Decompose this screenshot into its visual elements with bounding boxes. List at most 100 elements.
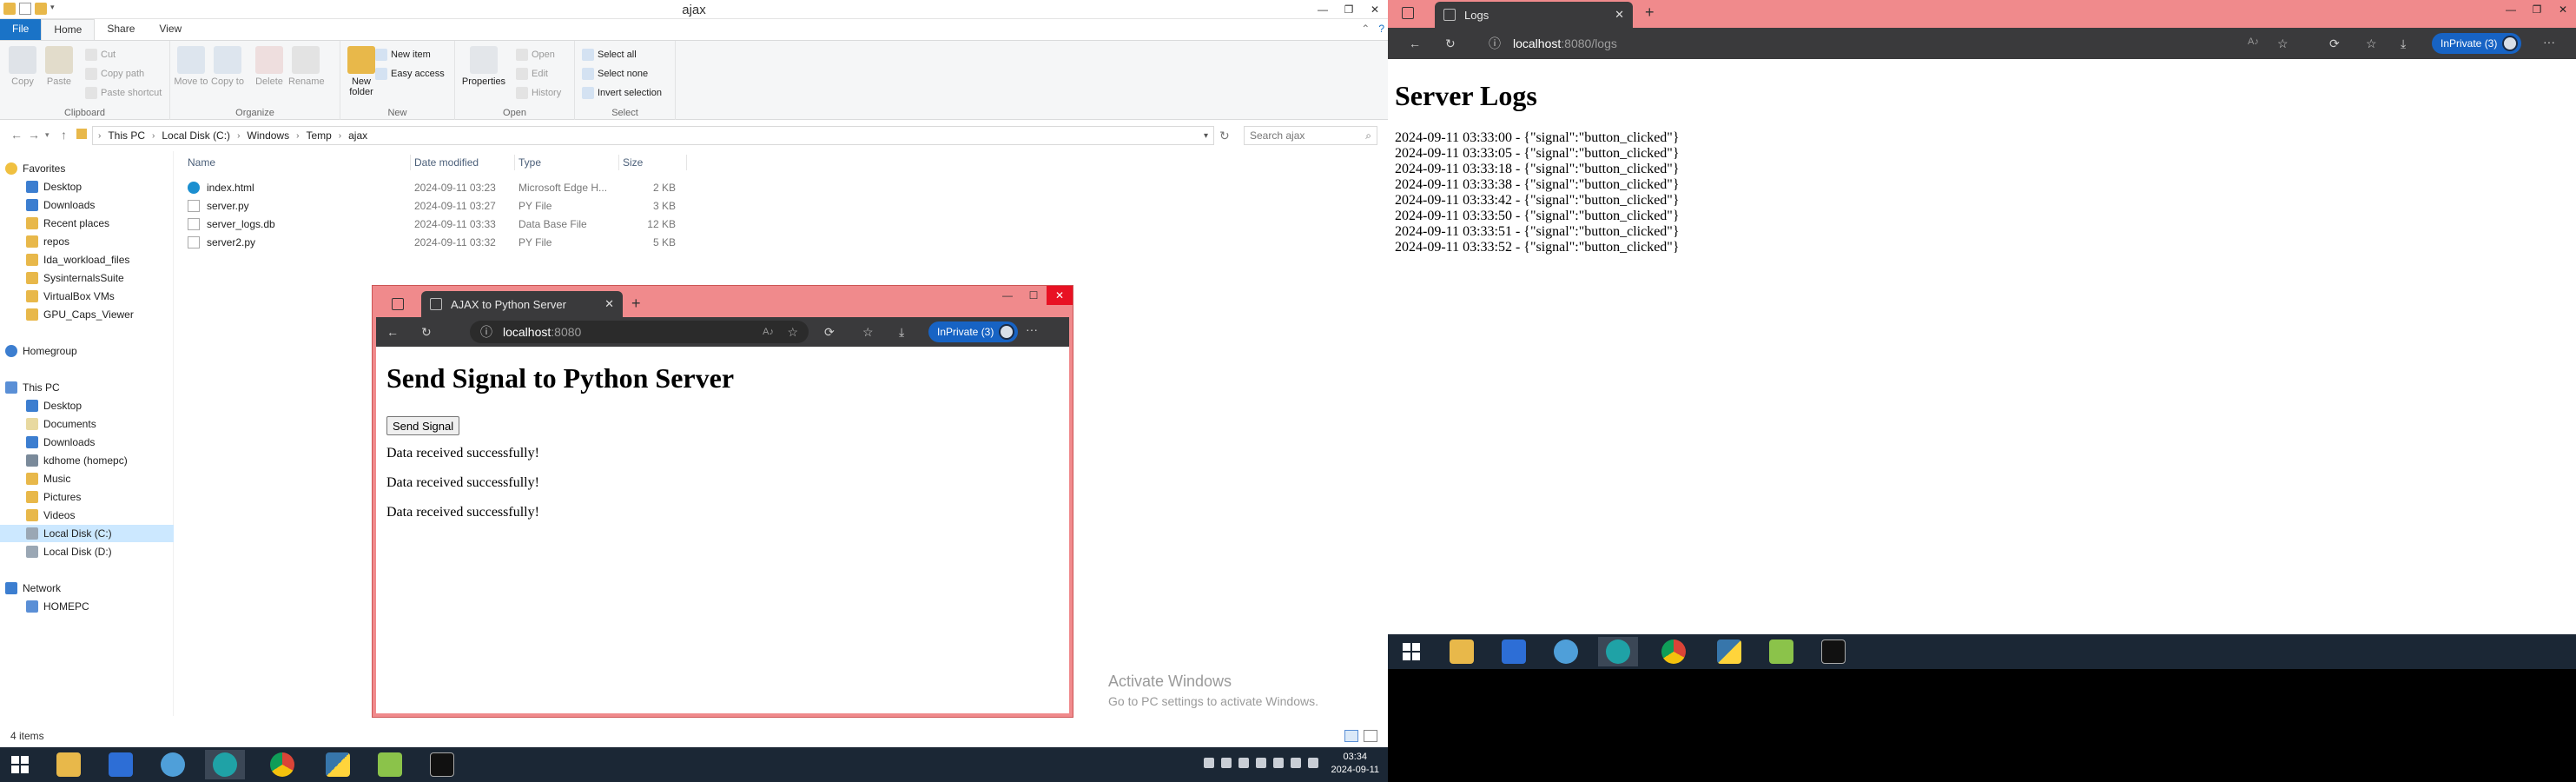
inprivate-badge[interactable]: InPrivate (3) [2432, 33, 2522, 54]
minimize-button[interactable]: — [1310, 0, 1336, 19]
tab-ajax[interactable]: AJAX to Python Server ✕ [421, 291, 623, 317]
more-icon[interactable]: ··· [1026, 322, 1038, 336]
bluetooth-icon[interactable] [1204, 758, 1214, 768]
tab-share[interactable]: Share [95, 19, 147, 40]
more-icon[interactable]: ··· [2543, 35, 2555, 49]
favorites-icon[interactable]: ☆ [862, 325, 874, 340]
column-divider[interactable] [410, 155, 411, 170]
taskbar-terminal[interactable] [1813, 637, 1853, 666]
file-row[interactable]: server.py 2024-09-11 03:27 PY File 3 KB [182, 197, 790, 215]
tab-actions-icon[interactable] [1402, 7, 1414, 19]
tab-home[interactable]: Home [41, 19, 96, 40]
favorite-add-icon[interactable]: ☆ [2277, 36, 2289, 51]
ajax-address-bar[interactable]: ⓘ localhost:8080 A♪ ☆ [470, 321, 809, 343]
favorite-add-icon[interactable]: ☆ [787, 325, 798, 340]
easy-access-button[interactable]: Easy access [375, 65, 445, 83]
file-row[interactable]: server_logs.db 2024-09-11 03:33 Data Bas… [182, 215, 790, 233]
nav-network[interactable]: Network [5, 580, 61, 597]
taskbar-visual-studio[interactable] [101, 750, 141, 779]
refresh-icon[interactable]: ↻ [421, 325, 432, 340]
info-icon[interactable]: ⓘ [480, 323, 492, 341]
refresh-icon[interactable]: ↻ [1445, 36, 1456, 51]
nav-fav-desktop[interactable]: Desktop [26, 178, 82, 196]
nav-fav-sysinternals[interactable]: SysinternalsSuite [26, 269, 124, 287]
taskbar-edge[interactable] [1598, 637, 1638, 666]
column-divider[interactable] [618, 155, 619, 170]
select-none-button[interactable]: Select none [582, 65, 648, 83]
back-icon[interactable]: ← [1409, 36, 1421, 50]
forward-button[interactable]: → [28, 128, 40, 142]
column-header-size[interactable]: Size [623, 156, 643, 169]
close-tab-icon[interactable]: ✕ [604, 297, 614, 311]
read-aloud-icon[interactable]: A♪ [763, 327, 774, 337]
breadcrumb-windows[interactable]: Windows [240, 129, 296, 142]
new-folder-button[interactable]: New folder [344, 46, 379, 97]
flag-icon[interactable] [1256, 758, 1266, 768]
help-icon[interactable]: ? [1378, 23, 1384, 35]
nav-pc-desktop[interactable]: Desktop [26, 397, 82, 414]
nav-favorites[interactable]: Favorites [5, 160, 65, 177]
nav-fav-gpu-caps[interactable]: GPU_Caps_Viewer [26, 306, 134, 323]
minimize-button[interactable]: — [994, 286, 1020, 305]
breadcrumb-ajax[interactable]: ajax [341, 129, 374, 142]
nav-fav-recent-places[interactable]: Recent places [26, 215, 109, 232]
copy-to-button[interactable]: Copy to [210, 46, 245, 87]
delete-button[interactable]: Delete [252, 46, 287, 87]
refresh-split-icon[interactable]: ⟳ [824, 325, 835, 340]
security-icon[interactable] [1273, 758, 1284, 768]
nav-pc-downloads[interactable]: Downloads [26, 434, 95, 451]
search-input[interactable]: Search ajax ⌕ [1244, 126, 1377, 145]
breadcrumb-temp[interactable]: Temp [299, 129, 338, 142]
nav-pc-local-disk-d[interactable]: Local Disk (D:) [26, 543, 112, 560]
nav-pc-documents[interactable]: Documents [26, 415, 96, 433]
start-button[interactable] [1391, 637, 1431, 666]
downloads-icon[interactable]: ⤓ [2401, 36, 2406, 51]
back-icon[interactable]: ← [386, 325, 399, 339]
restore-button[interactable]: ❐ [2524, 0, 2550, 19]
column-header-name[interactable]: Name [188, 156, 215, 169]
start-button[interactable] [0, 750, 40, 779]
taskbar-notepad[interactable] [370, 750, 410, 779]
nav-fav-repos[interactable]: repos [26, 233, 69, 250]
column-header-type[interactable]: Type [519, 156, 541, 169]
history-button[interactable]: History [516, 84, 561, 102]
downloads-icon[interactable]: ⤓ [899, 325, 904, 340]
nav-pc-pictures[interactable]: Pictures [26, 488, 81, 506]
refresh-split-icon[interactable]: ⟳ [2329, 36, 2340, 51]
rename-button[interactable]: Rename [288, 46, 325, 87]
column-divider[interactable] [686, 155, 687, 170]
read-aloud-icon[interactable]: A♪ [2248, 36, 2259, 47]
file-row[interactable]: server2.py 2024-09-11 03:32 PY File 5 KB [182, 234, 790, 251]
copy-button[interactable]: Copy [5, 46, 40, 87]
taskbar-file-explorer[interactable] [49, 750, 89, 779]
properties-button[interactable]: Properties [460, 46, 507, 87]
nav-pc-music[interactable]: Music [26, 470, 70, 487]
address-dropdown-icon[interactable]: ▾ [1204, 131, 1213, 141]
breadcrumb-this-pc[interactable]: This PC [101, 129, 152, 142]
nav-pc-kdhome[interactable]: kdhome (homepc) [26, 452, 128, 469]
taskbar-python[interactable] [1709, 637, 1749, 666]
taskbar-python[interactable] [318, 750, 358, 779]
wifi-icon[interactable] [1291, 758, 1301, 768]
nav-fav-ida[interactable]: Ida_workload_files [26, 251, 129, 268]
network-tray-icon[interactable] [1221, 758, 1232, 768]
nav-pc-local-disk-c[interactable]: Local Disk (C:) [0, 525, 174, 542]
file-row[interactable]: index.html 2024-09-11 03:23 Microsoft Ed… [182, 179, 790, 196]
edit-button[interactable]: Edit [516, 65, 548, 83]
select-all-button[interactable]: Select all [582, 46, 637, 63]
move-to-button[interactable]: Move to [174, 46, 208, 87]
new-item-button[interactable]: New item [375, 46, 431, 63]
column-divider[interactable] [514, 155, 515, 170]
breadcrumb-local-disk[interactable]: Local Disk (C:) [155, 129, 237, 142]
up-button[interactable]: ↑ [61, 128, 67, 142]
ribbon-collapse-icon[interactable]: ⌃ [1361, 23, 1370, 35]
recent-locations-chevron-icon[interactable]: ▾ [45, 130, 50, 140]
taskbar-search-app[interactable] [153, 750, 193, 779]
tab-view[interactable]: View [147, 19, 194, 40]
tab-actions-icon[interactable] [392, 298, 404, 310]
send-signal-button[interactable]: Send Signal [386, 416, 460, 435]
cut-button[interactable]: Cut [85, 46, 116, 63]
close-button[interactable]: ✕ [1362, 0, 1388, 19]
maximize-button[interactable]: ☐ [1020, 286, 1047, 305]
maximize-button[interactable]: ❐ [1336, 0, 1362, 19]
